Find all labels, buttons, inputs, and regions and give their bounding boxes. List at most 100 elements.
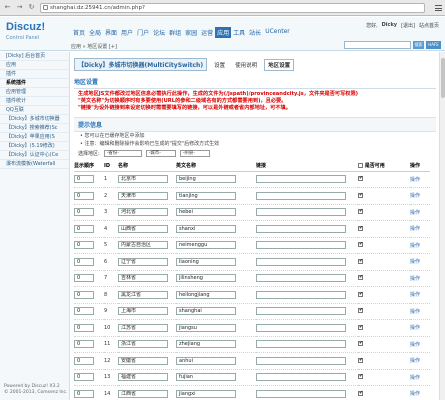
en-name-input[interactable]: tianjing <box>176 191 236 200</box>
edit-link[interactable]: 操作 <box>410 325 420 331</box>
edit-link[interactable]: 操作 <box>410 342 420 348</box>
nav-item[interactable]: 群组 <box>167 27 183 38</box>
reload-icon[interactable]: ↻ <box>27 3 36 12</box>
province-select[interactable]: -省份- <box>103 150 142 157</box>
link-input[interactable] <box>256 356 346 365</box>
nav-item[interactable]: 用户 <box>119 27 135 38</box>
en-name-input[interactable]: hebei <box>176 208 236 217</box>
name-input[interactable]: 江苏省 <box>118 323 168 332</box>
enabled-checkbox[interactable] <box>358 373 363 380</box>
address-bar[interactable]: shanghai.dz.25941.cn/admin.php? <box>40 2 425 13</box>
enabled-checkbox[interactable] <box>358 291 363 297</box>
link-input[interactable] <box>256 208 346 217</box>
name-input[interactable]: 辽宁省 <box>118 257 168 266</box>
name-input[interactable]: 福建省 <box>118 373 168 382</box>
en-name-input[interactable]: liaoning <box>176 257 236 266</box>
link-input[interactable] <box>256 191 346 200</box>
city-select[interactable]: -城市- <box>145 150 176 157</box>
name-input[interactable]: 北京市 <box>118 175 168 184</box>
nav-item[interactable]: 门户 <box>135 27 151 38</box>
order-input[interactable]: 0 <box>74 307 94 316</box>
enabled-checkbox[interactable] <box>358 192 363 198</box>
edit-link[interactable]: 操作 <box>410 243 420 249</box>
enabled-checkbox[interactable] <box>358 241 363 248</box>
sidebar-item[interactable]: [Dicky] 后台首页 <box>0 52 69 61</box>
en-name-input[interactable]: zhejiang <box>176 340 236 349</box>
edit-link[interactable]: 操作 <box>410 375 420 381</box>
order-input[interactable]: 0 <box>74 224 94 233</box>
name-input[interactable]: 上海市 <box>118 307 168 316</box>
nav-item[interactable]: UCenter <box>263 27 292 38</box>
enabled-checkbox[interactable] <box>358 307 363 314</box>
edit-link[interactable]: 操作 <box>410 292 420 298</box>
sidebar-item[interactable]: 应用 <box>0 61 69 70</box>
sidebar-item[interactable]: 【Dicky】认证中心(Ce <box>0 151 69 160</box>
link-input[interactable] <box>256 323 346 332</box>
en-name-input[interactable]: jiangxi <box>176 389 236 398</box>
sidebar-item[interactable]: 系统插件 <box>0 79 69 88</box>
link-input[interactable] <box>256 340 346 349</box>
en-name-input[interactable]: shanxi <box>176 224 236 233</box>
sidebar-item[interactable]: 【Dicky】搜索推荐(Sc <box>0 124 69 133</box>
order-input[interactable]: 0 <box>74 175 94 184</box>
order-input[interactable]: 0 <box>74 373 94 382</box>
order-input[interactable]: 0 <box>74 241 94 250</box>
nav-item[interactable]: 界面 <box>103 27 119 38</box>
nav-item[interactable]: 首页 <box>71 27 87 38</box>
nav-item[interactable]: 家园 <box>183 27 199 38</box>
enabled-checkbox[interactable] <box>358 175 363 182</box>
enabled-checkbox[interactable] <box>358 208 363 215</box>
name-input[interactable]: 安徽省 <box>118 356 168 365</box>
en-name-input[interactable]: neimenggu <box>176 241 236 250</box>
name-input[interactable]: 黑龙江省 <box>118 290 168 299</box>
link-input[interactable] <box>256 241 346 250</box>
edit-link[interactable]: 操作 <box>410 391 420 397</box>
order-input[interactable]: 0 <box>74 323 94 332</box>
order-input[interactable]: 0 <box>74 208 94 217</box>
enabled-checkbox[interactable] <box>358 258 363 264</box>
link-input[interactable] <box>256 257 346 266</box>
link-input[interactable] <box>256 389 346 398</box>
sidebar-item[interactable]: QQ互联 <box>0 106 69 115</box>
order-input[interactable]: 0 <box>74 356 94 365</box>
tab-region-settings[interactable]: 地区设置 <box>264 58 295 71</box>
edit-link[interactable]: 操作 <box>410 193 420 199</box>
en-name-input[interactable]: anhui <box>176 356 236 365</box>
sidebar-item[interactable]: 插件统计 <box>0 97 69 106</box>
en-name-input[interactable]: jilinsheng <box>176 274 236 283</box>
name-input[interactable]: 江西省 <box>118 389 168 398</box>
menu-icon[interactable] <box>435 4 442 11</box>
county-select[interactable]: -州县- <box>179 150 210 157</box>
link-input[interactable] <box>256 274 346 283</box>
order-input[interactable]: 0 <box>74 340 94 349</box>
edit-link[interactable]: 操作 <box>410 358 420 364</box>
sidebar-item[interactable]: 【Dicky】(5.19修改) <box>0 142 69 151</box>
select-all-checkbox[interactable] <box>358 163 363 169</box>
link-input[interactable] <box>256 307 346 316</box>
en-name-input[interactable]: beijing <box>176 175 236 184</box>
enabled-checkbox[interactable] <box>358 274 363 281</box>
username[interactable]: Dicky <box>382 22 397 29</box>
order-input[interactable]: 0 <box>74 290 94 299</box>
en-name-input[interactable]: jiangsu <box>176 323 236 332</box>
sidebar-item[interactable]: 【Dicky】苹果应用(S <box>0 133 69 142</box>
sidebar-item[interactable]: 瀑布流模板(Waterfall <box>0 160 69 169</box>
name-input[interactable]: 浙江省 <box>118 340 168 349</box>
sidebar-item[interactable]: 插件 <box>0 70 69 79</box>
tab-help[interactable]: 使用说明 <box>232 60 260 70</box>
edit-link[interactable]: 操作 <box>410 226 420 232</box>
link-input[interactable] <box>256 373 346 382</box>
link-input[interactable] <box>256 175 346 184</box>
order-input[interactable]: 0 <box>74 191 94 200</box>
link-input[interactable] <box>256 290 346 299</box>
scrollbar-thumb[interactable] <box>441 58 445 98</box>
name-input[interactable]: 内蒙古自治区 <box>118 241 168 250</box>
name-input[interactable]: 吉林省 <box>118 274 168 283</box>
enabled-checkbox[interactable] <box>358 324 363 330</box>
edit-link[interactable]: 操作 <box>410 177 420 183</box>
forward-arrow-icon[interactable]: → <box>15 3 24 12</box>
site-home-link[interactable]: 站点首页 <box>419 22 439 29</box>
back-arrow-icon[interactable]: ← <box>3 3 12 12</box>
edit-link[interactable]: 操作 <box>410 276 420 282</box>
nav-item[interactable]: 站长 <box>247 27 263 38</box>
